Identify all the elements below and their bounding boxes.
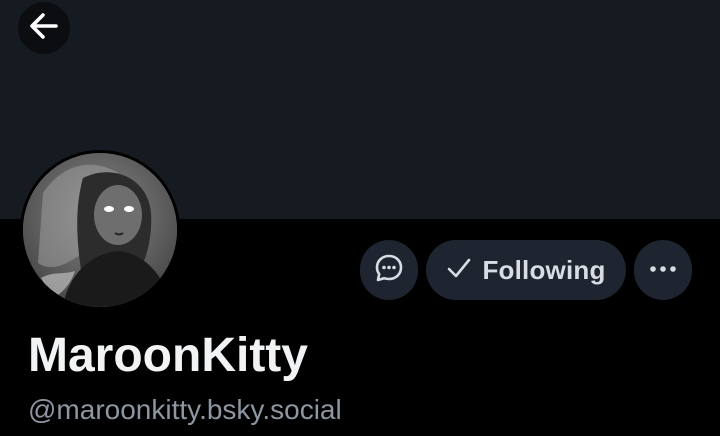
profile-handle: @maroonkitty.bsky.social xyxy=(28,394,342,425)
profile-page: Following MaroonKitty @maroonkitty.bsky.… xyxy=(0,0,720,436)
following-button[interactable]: Following xyxy=(426,240,626,300)
avatar-image xyxy=(23,153,177,307)
avatar[interactable] xyxy=(20,150,180,310)
checkmark-icon xyxy=(446,255,472,286)
back-button[interactable] xyxy=(18,2,70,54)
more-options-button[interactable] xyxy=(634,240,692,300)
ellipsis-icon xyxy=(648,261,678,279)
display-name: MaroonKitty xyxy=(28,329,308,382)
following-label: Following xyxy=(482,254,606,285)
chat-bubble-icon xyxy=(373,252,405,289)
message-button[interactable] xyxy=(360,240,418,300)
arrow-left-icon xyxy=(27,9,61,48)
